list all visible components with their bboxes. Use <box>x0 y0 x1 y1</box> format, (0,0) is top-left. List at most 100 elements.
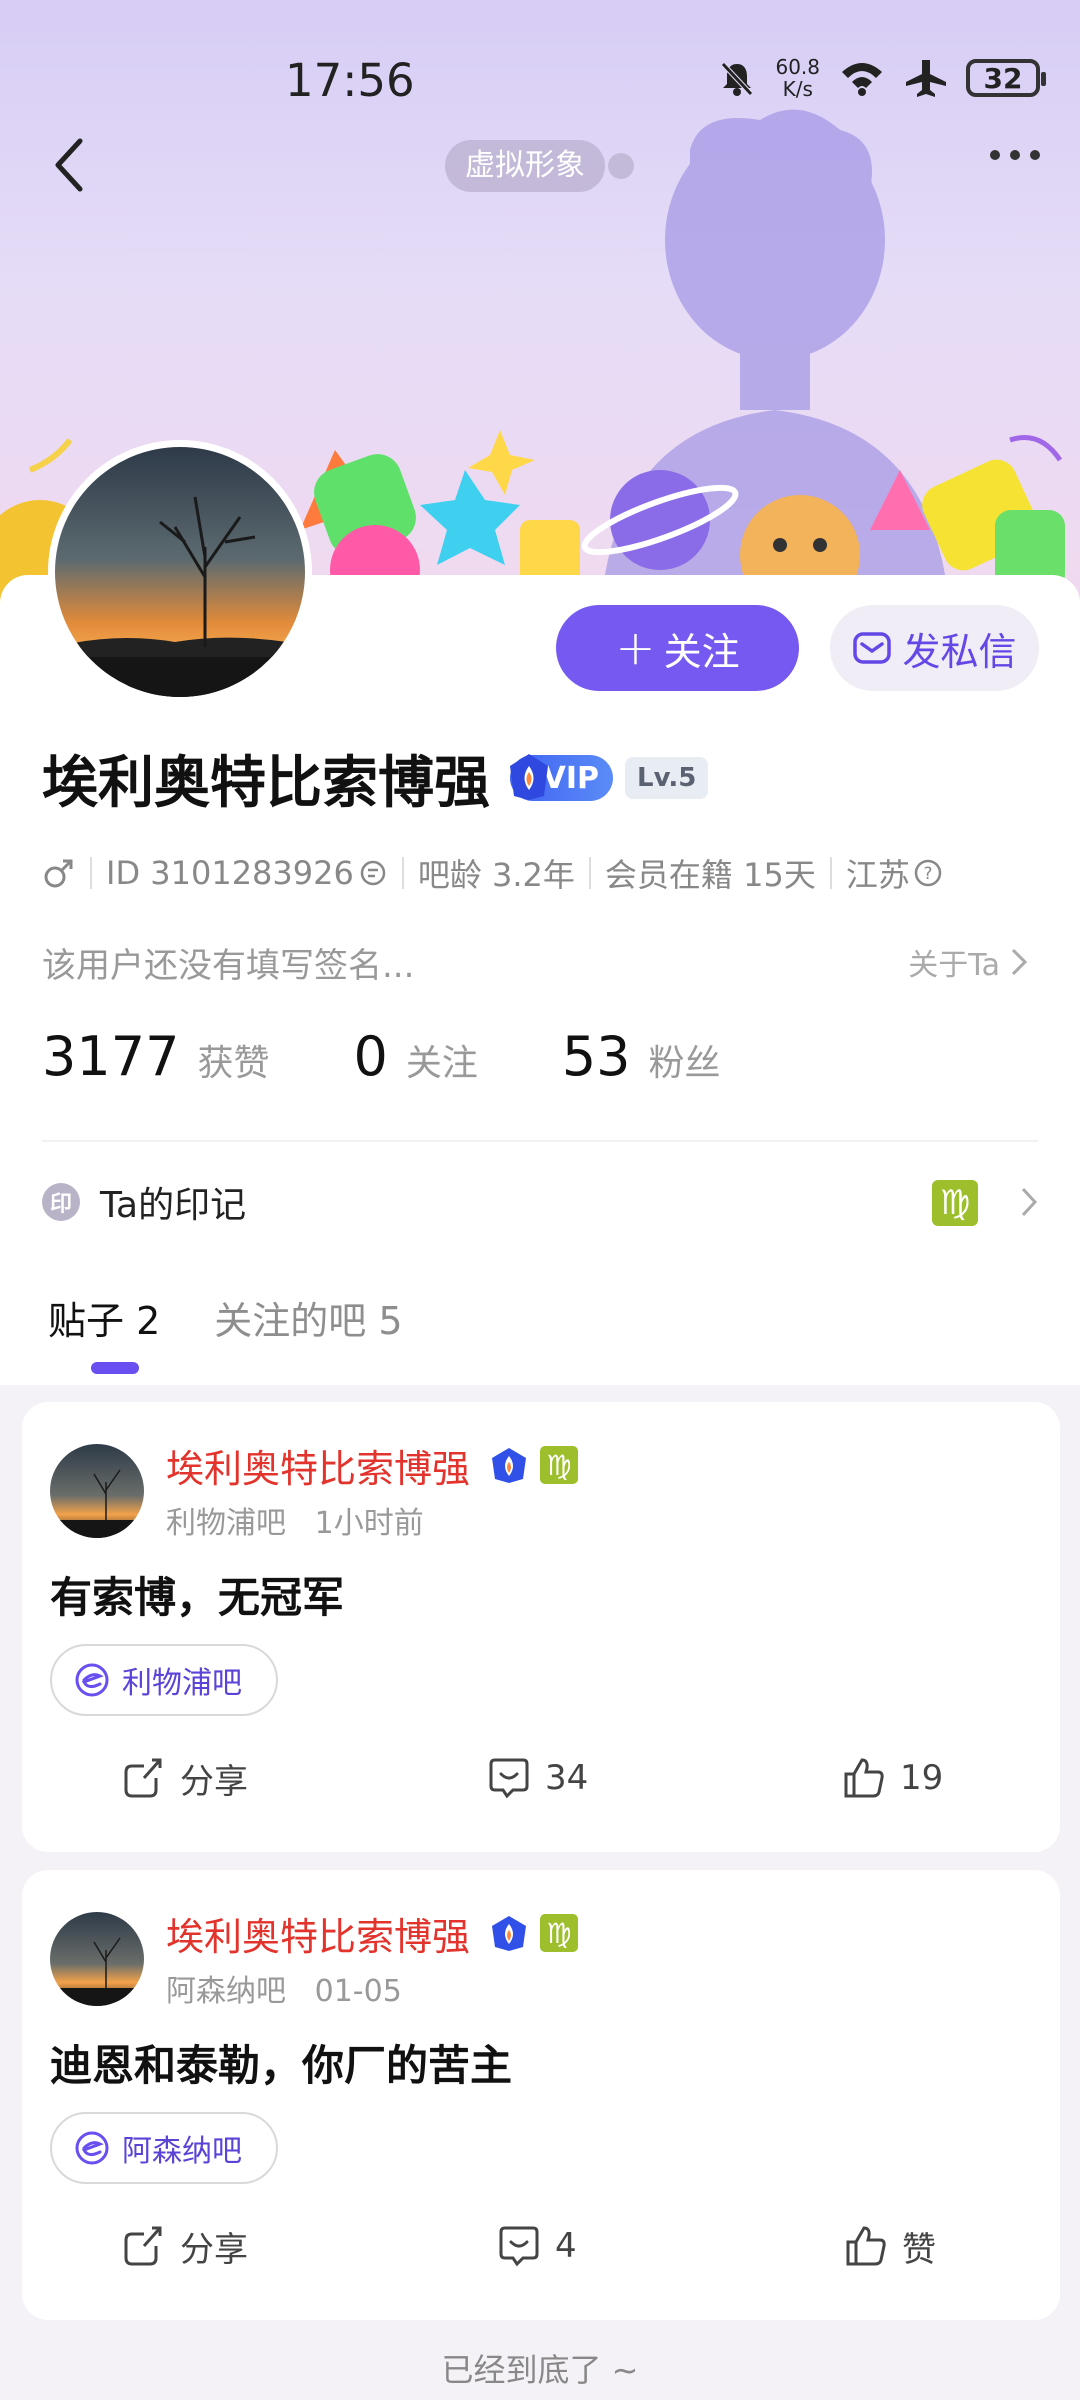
plus-icon: + <box>615 620 656 676</box>
post-title[interactable]: 迪恩和泰勒，你厂的苦主 <box>50 2032 512 2093</box>
post-title[interactable]: 有索博，无冠军 <box>50 1564 344 1625</box>
thumbs-up-icon <box>844 1758 884 1798</box>
divider <box>42 1140 1038 1142</box>
end-of-list-text: 已经到底了 ~ <box>441 2351 639 2389</box>
comment-count: 4 <box>555 2226 577 2266</box>
meta-separator <box>90 857 92 889</box>
post-bar-name: 阿森纳吧 <box>166 1974 286 2009</box>
post-card[interactable]: 埃利奥特比索博强 ♍ 利物浦吧 1小时前 有索博，无冠军 利物浦吧 分享 34 … <box>22 1402 1060 1852</box>
back-arrow-icon[interactable] <box>48 135 88 195</box>
level-badge[interactable]: Lv.5 <box>625 757 709 799</box>
net-speed: 60.8 K/s <box>775 56 820 100</box>
message-label: 发私信 <box>902 629 1017 674</box>
like-button[interactable]: 赞 <box>844 2216 936 2276</box>
stats-row: 3177 获赞 0 关注 53 粉丝 <box>42 1025 805 1088</box>
chevron-right-icon <box>1011 948 1028 976</box>
help-question-icon[interactable]: ? <box>912 857 944 889</box>
comment-count: 34 <box>545 1758 589 1798</box>
marks-label: Ta的印记 <box>100 1185 247 1226</box>
username: 埃利奥特比索博强 <box>42 751 490 816</box>
location: 江苏 <box>845 856 910 894</box>
stat-fans[interactable]: 53 粉丝 <box>562 1025 721 1088</box>
stat-following[interactable]: 0 关注 <box>353 1025 477 1088</box>
post-card[interactable]: 埃利奥特比索博强 ♍ 阿森纳吧 01-05 迪恩和泰勒，你厂的苦主 阿森纳吧 分… <box>22 1870 1060 2320</box>
stat-label: 获赞 <box>197 1043 270 1084</box>
tab-posts[interactable]: 贴子 2 <box>48 1290 160 1345</box>
stat-label: 关注 <box>405 1043 478 1084</box>
comment-icon <box>489 1758 529 1799</box>
comment-button[interactable]: 4 <box>497 2216 577 2276</box>
profile-page: 17:56 60.8 K/s 32 虚拟形象 + 关注 发私信 埃利奥特比索博强 V… <box>0 0 1080 2400</box>
status-time: 17:56 <box>285 54 415 107</box>
share-button[interactable]: 分享 <box>122 2216 248 2276</box>
bar-tag-label: 阿森纳吧 <box>122 2134 242 2169</box>
stamp-icon: 印 <box>42 1183 80 1221</box>
comment-icon <box>499 2226 539 2267</box>
chevron-right-icon <box>1021 1187 1038 1217</box>
post-actions: 分享 4 赞 <box>22 2216 1060 2276</box>
membership-duration: 会员在籍 15天 <box>604 856 816 894</box>
svg-text:?: ? <box>923 864 932 884</box>
status-bar: 17:56 60.8 K/s 32 <box>0 50 1080 120</box>
copy-id-icon[interactable] <box>358 858 388 888</box>
content-tabs: 贴子 2 关注的吧 5 <box>48 1290 403 1345</box>
post-bar-name: 利物浦吧 <box>166 1506 286 1541</box>
airplane-icon <box>906 60 946 97</box>
share-label: 分享 <box>180 1761 248 1802</box>
net-speed-unit: K/s <box>782 77 813 101</box>
vip-crown-icon <box>492 1448 526 1483</box>
post-time: 1小时前 <box>314 1506 424 1541</box>
virtual-avatar-tag[interactable]: 虚拟形象 <box>445 140 605 192</box>
user-id: ID 3101283926 <box>106 854 354 892</box>
virgo-zodiac-icon: ♍ <box>540 1914 578 1952</box>
post-meta: 阿森纳吧 01-05 <box>166 1966 402 2010</box>
message-button[interactable]: 发私信 <box>830 605 1039 691</box>
bar-logo-icon <box>75 1663 109 1697</box>
battery-indicator: 32 <box>966 59 1046 97</box>
stat-likes[interactable]: 3177 获赞 <box>42 1025 269 1088</box>
post-author-name[interactable]: 埃利奥特比索博强 <box>166 1438 470 1493</box>
post-meta: 利物浦吧 1小时前 <box>166 1498 424 1542</box>
post-author-name[interactable]: 埃利奥特比索博强 <box>166 1906 470 1961</box>
user-avatar[interactable] <box>48 440 312 704</box>
bar-tag[interactable]: 阿森纳吧 <box>50 2112 278 2184</box>
like-count: 赞 <box>902 2229 936 2270</box>
bar-tag[interactable]: 利物浦吧 <box>50 1644 278 1716</box>
active-tab-indicator <box>91 1362 139 1374</box>
status-icons: 60.8 K/s 32 <box>717 56 1046 100</box>
stat-number: 0 <box>353 1025 388 1088</box>
wifi-icon <box>842 63 882 96</box>
tab-followed-bars[interactable]: 关注的吧 5 <box>214 1290 402 1345</box>
mute-bell-icon <box>721 62 754 96</box>
stat-number: 3177 <box>42 1025 180 1088</box>
male-gender-icon <box>44 859 73 888</box>
follow-button[interactable]: + 关注 <box>556 605 799 691</box>
share-button[interactable]: 分享 <box>122 1748 248 1808</box>
comment-button[interactable]: 34 <box>487 1748 588 1808</box>
like-button[interactable]: 19 <box>842 1748 943 1808</box>
bar-age: 吧龄 3.2年 <box>417 856 575 894</box>
meta-separator <box>588 857 591 889</box>
post-author-avatar[interactable] <box>50 1444 144 1538</box>
stat-number: 53 <box>561 1025 631 1088</box>
share-icon <box>124 1758 162 1798</box>
virgo-zodiac-icon: ♍ <box>540 1446 578 1484</box>
post-actions: 分享 34 19 <box>22 1748 1060 1808</box>
bar-logo-icon <box>75 2131 109 2165</box>
post-author-avatar[interactable] <box>50 1912 144 2006</box>
share-label: 分享 <box>180 2229 248 2270</box>
thumbs-up-icon <box>846 2226 886 2266</box>
about-link[interactable]: 关于Ta <box>908 940 1028 984</box>
vip-crown-icon <box>492 1916 526 1951</box>
more-menu-icon[interactable] <box>990 150 1040 160</box>
avatar-sunset-image <box>50 1444 144 1538</box>
avatar-sunset-image <box>55 447 305 697</box>
meta-separator <box>829 857 832 889</box>
post-time: 01-05 <box>314 1974 402 2009</box>
mail-icon <box>853 632 892 664</box>
marks-row[interactable]: 印 Ta的印记 ♍ <box>42 1170 1038 1234</box>
virgo-zodiac-icon: ♍ <box>932 1180 978 1226</box>
tag-dot <box>608 153 634 179</box>
bar-tag-label: 利物浦吧 <box>122 1666 242 1701</box>
net-speed-value: 60.8 <box>775 55 820 79</box>
